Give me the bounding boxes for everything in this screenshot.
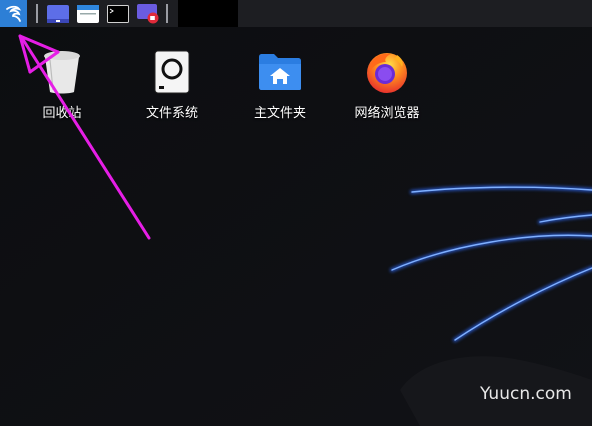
desktop-icon-trash[interactable]: 回收站 bbox=[17, 48, 107, 128]
desktop-icon-home-folder[interactable]: 主文件夹 bbox=[235, 48, 325, 128]
desktop-icon-label: 主文件夹 bbox=[253, 106, 306, 121]
firefox-icon bbox=[367, 53, 407, 93]
screen-recorder-button[interactable] bbox=[136, 0, 160, 27]
desktop-icon-filesystem[interactable]: 文件系统 bbox=[127, 48, 217, 128]
taskbar-separator bbox=[36, 4, 38, 23]
terminal-button[interactable] bbox=[106, 0, 130, 27]
application-menu-button[interactable] bbox=[0, 0, 27, 27]
watermark-text: Yuucn.com bbox=[480, 384, 572, 404]
screen-record-icon bbox=[137, 3, 159, 23]
desktop-icon-label: 网络浏览器 bbox=[354, 106, 420, 121]
taskbar-window-area bbox=[178, 0, 238, 27]
desktop-icon-label: 文件系统 bbox=[145, 106, 198, 121]
desktop-icon bbox=[47, 4, 69, 23]
terminal-icon bbox=[107, 4, 129, 23]
show-desktop-button[interactable] bbox=[46, 0, 70, 27]
home-folder-icon bbox=[259, 54, 301, 90]
folder-window-icon bbox=[77, 4, 99, 23]
taskbar-separator bbox=[166, 4, 168, 23]
desktop-icon-label: 回收站 bbox=[42, 106, 82, 121]
kali-dragon-icon bbox=[5, 5, 21, 22]
file-manager-button[interactable] bbox=[76, 0, 100, 27]
trash-icon bbox=[44, 51, 80, 94]
desktop-icon-web-browser[interactable]: 网络浏览器 bbox=[342, 48, 432, 128]
taskbar bbox=[0, 0, 592, 27]
filesystem-icon bbox=[154, 50, 190, 94]
